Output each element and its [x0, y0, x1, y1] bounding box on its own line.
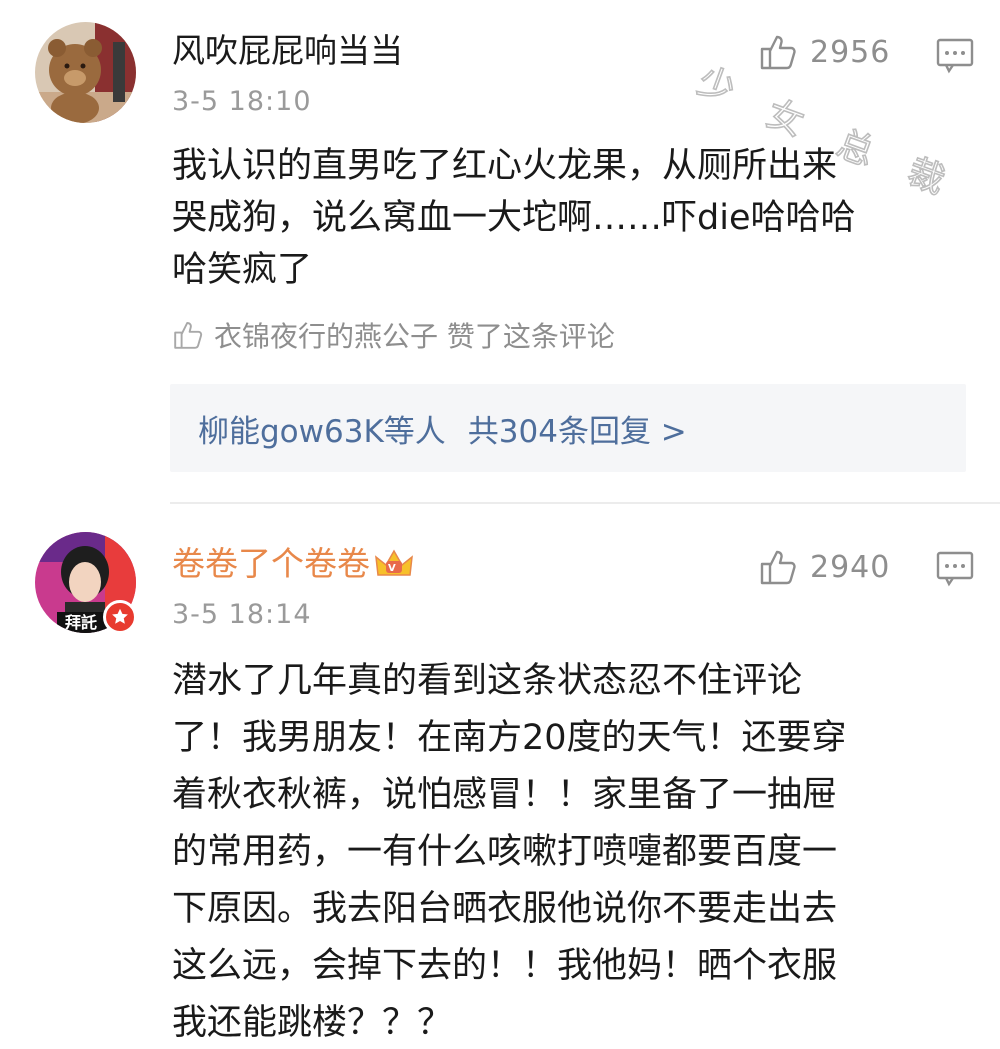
username-text[interactable]: 卷卷了个卷卷 — [172, 544, 370, 584]
comment-line: 我认识的直男吃了红心火龙果，从厕所出来 — [172, 146, 838, 186]
comment-line: 我还能跳楼？？？ — [172, 1003, 453, 1043]
teddy-bear-avatar-image — [35, 22, 136, 123]
comment-item-1: 风吹屁屁响当当 3-5 18:10 2956 我认识的直男吃了红心火龙果，从厕所… — [0, 0, 1000, 500]
comment-line: 的常用药，一有什么咳嗽打喷嚏都要百度一 — [172, 832, 838, 872]
comment-line: 哭成狗，说么窝血一大坨啊……吓die哈哈哈 — [172, 198, 856, 238]
svg-text:V: V — [388, 563, 396, 574]
comment-item-2: 拜託 卷卷了个卷卷 V 3-5 18:14 2940 潜水了几年真的看到这条状态… — [0, 505, 1000, 1049]
avatar[interactable] — [35, 22, 136, 123]
timestamp: 3-5 18:10 — [172, 86, 312, 117]
comment-text: 潜水了几年真的看到这条状态忍不住评论 了！我男朋友！在南方20度的天气！还要穿 … — [172, 653, 947, 1049]
comment-text: 我认识的直男吃了红心火龙果，从厕所出来 哭成狗，说么窝血一大坨啊……吓die哈哈… — [172, 140, 947, 296]
thumbs-up-icon — [760, 35, 796, 70]
reply-users[interactable]: 柳能gow63K等人 — [198, 406, 446, 451]
timestamp: 3-5 18:14 — [172, 599, 312, 630]
like-button[interactable]: 2940 — [758, 547, 890, 587]
verified-star-icon — [103, 600, 137, 634]
username[interactable]: 卷卷了个卷卷 V — [172, 544, 414, 584]
like-count: 2940 — [810, 549, 891, 585]
comment-line: 哈笑疯了 — [172, 250, 313, 290]
liked-by-row[interactable]: 衣锦夜行的燕公子 赞了这条评论 — [172, 315, 615, 355]
liked-by-text: 衣锦夜行的燕公子 赞了这条评论 — [214, 320, 615, 353]
comment-line: 这么远，会掉下去的！！我他妈！晒个衣服 — [172, 946, 838, 986]
username[interactable]: 风吹屁屁响当当 — [172, 31, 403, 71]
comment-bubble-icon[interactable] — [936, 551, 974, 587]
comment-line: 了！我男朋友！在南方20度的天气！还要穿 — [172, 718, 847, 758]
comment-line: 着秋衣秋裤，说怕感冒！！家里备了一抽屉 — [172, 775, 838, 815]
comment-line: 潜水了几年真的看到这条状态忍不住评论 — [172, 661, 803, 701]
thumbs-up-icon — [760, 550, 796, 585]
reply-summary[interactable]: 柳能gow63K等人 共304条回复 > — [170, 384, 966, 472]
comment-bubble-icon[interactable] — [936, 38, 974, 74]
divider — [170, 502, 1000, 504]
reply-total-link[interactable]: 共304条回复 > — [468, 406, 687, 451]
like-count: 2956 — [810, 34, 891, 70]
avatar-caption: 拜託 — [65, 613, 97, 632]
like-button[interactable]: 2956 — [758, 32, 890, 72]
vip-crown-icon: V — [375, 549, 413, 576]
comment-line: 下原因。我去阳台晒衣服他说你不要走出去 — [172, 889, 838, 929]
small-thumbs-up-icon — [174, 322, 203, 349]
